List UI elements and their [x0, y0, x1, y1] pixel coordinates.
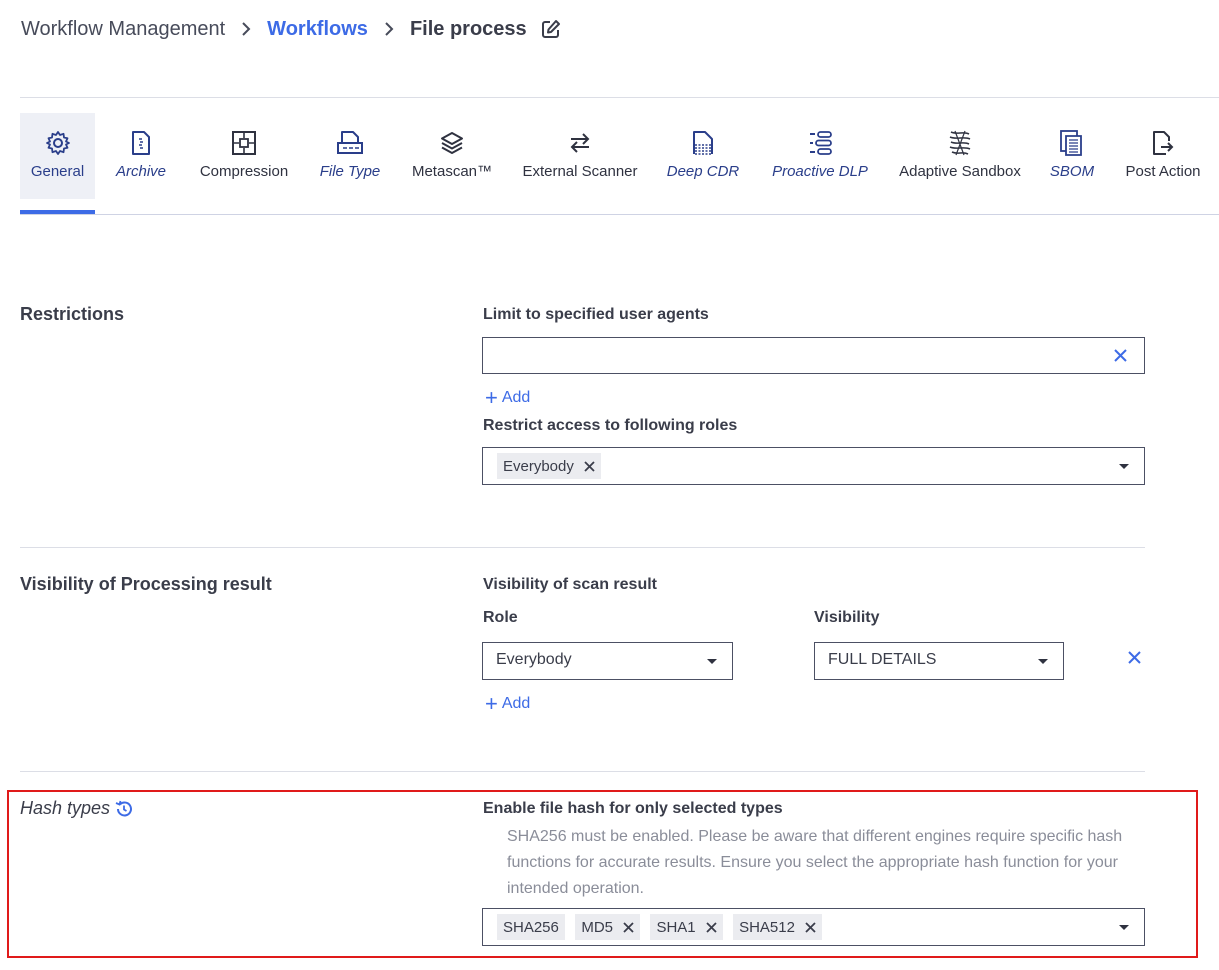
tab-label: General — [30, 163, 85, 180]
workflow-tabs: General Archive Compression File Type Me… — [20, 113, 1219, 215]
chevron-right-icon — [241, 22, 251, 36]
tab-post-action[interactable]: Post Action — [1118, 113, 1208, 199]
sandbox-icon — [946, 129, 974, 157]
dropdown-caret-icon[interactable] — [1119, 464, 1129, 469]
hash-types-multiselect[interactable]: SHA256 MD5 SHA1 SHA512 — [482, 908, 1145, 946]
tab-label: Compression — [199, 163, 289, 180]
dlp-icon — [806, 129, 834, 157]
tab-proactive-dlp[interactable]: Proactive DLP — [764, 113, 876, 199]
breadcrumb-workflows-link[interactable]: Workflows — [267, 18, 368, 41]
remove-chip-icon[interactable] — [706, 921, 717, 933]
tab-label: File Type — [319, 163, 381, 180]
add-label: Add — [501, 695, 531, 712]
hash-help-text: SHA256 must be enabled. Please be aware … — [507, 828, 1123, 897]
hash-types-heading: Hash types — [20, 798, 134, 819]
tab-deep-cdr[interactable]: Deep CDR — [661, 113, 745, 199]
breadcrumb: Workflow Management Workflows File proce… — [21, 14, 561, 44]
layers-icon — [438, 129, 466, 157]
roles-label: Restrict access to following roles — [483, 417, 738, 434]
gear-icon — [44, 129, 72, 157]
roles-multiselect[interactable]: Everybody — [482, 447, 1145, 485]
compression-icon — [230, 129, 258, 157]
archive-file-icon — [127, 129, 155, 157]
tab-label: Adaptive Sandbox — [899, 163, 1021, 180]
chip-label: SHA256 — [503, 918, 559, 936]
tab-label: Deep CDR — [666, 163, 740, 180]
tab-sbom[interactable]: SBOM — [1045, 113, 1099, 199]
remove-chip-icon[interactable] — [805, 921, 816, 933]
tab-archive[interactable]: Archive — [108, 113, 174, 199]
tab-label: Post Action — [1125, 163, 1201, 180]
remove-chip-icon[interactable] — [584, 460, 595, 472]
user-agents-input[interactable] — [482, 337, 1145, 374]
sbom-icon — [1058, 129, 1086, 157]
role-select-value: Everybody — [496, 651, 572, 668]
chip-label: SHA1 — [656, 918, 696, 936]
tab-label: SBOM — [1049, 163, 1095, 180]
breadcrumb-root[interactable]: Workflow Management — [21, 18, 225, 41]
add-label: Add — [501, 389, 531, 406]
file-type-icon — [336, 129, 364, 157]
tab-metascan[interactable]: Metascan™ — [406, 113, 498, 199]
hash-chip: MD5 — [575, 914, 640, 940]
hash-chip: SHA512 — [733, 914, 822, 940]
tab-adaptive-sandbox[interactable]: Adaptive Sandbox — [892, 113, 1028, 199]
history-icon[interactable] — [114, 799, 134, 819]
tab-label: External Scanner — [522, 163, 638, 180]
tab-label: Archive — [115, 163, 167, 180]
enable-hash-label: Enable file hash for only selected types — [483, 800, 783, 817]
section-divider — [20, 771, 1145, 772]
hash-chip: SHA256 — [497, 914, 565, 940]
role-chip: Everybody — [497, 453, 601, 479]
user-agents-label: Limit to specified user agents — [483, 306, 709, 323]
plus-icon: + — [485, 691, 498, 716]
visibility-label: Visibility — [814, 609, 880, 626]
hash-types-title: Hash types — [20, 798, 111, 818]
chip-label: SHA512 — [739, 918, 795, 936]
active-tab-indicator — [20, 210, 95, 214]
deep-cdr-icon — [689, 129, 717, 157]
chip-label: Everybody — [503, 457, 574, 475]
add-user-agent-button[interactable]: + Add — [485, 387, 530, 409]
tab-label: Proactive DLP — [772, 163, 868, 180]
header-divider — [20, 97, 1219, 98]
tab-file-type[interactable]: File Type — [312, 113, 388, 199]
add-visibility-button[interactable]: + Add — [485, 693, 530, 715]
hash-chip: SHA1 — [650, 914, 723, 940]
dropdown-caret-icon[interactable] — [1038, 659, 1048, 664]
visibility-title: Visibility of Processing result — [20, 574, 272, 594]
dropdown-caret-icon[interactable] — [1119, 925, 1129, 930]
tab-compression[interactable]: Compression — [192, 113, 296, 199]
visibility-select-value: FULL DETAILS — [828, 651, 937, 668]
edit-icon[interactable] — [541, 19, 561, 39]
dropdown-caret-icon[interactable] — [707, 659, 717, 664]
tab-external-scanner[interactable]: External Scanner — [515, 113, 645, 199]
plus-icon: + — [485, 385, 498, 410]
remove-row-icon[interactable] — [1128, 651, 1141, 664]
swap-arrows-icon — [566, 129, 594, 157]
chevron-right-icon — [384, 22, 394, 36]
clear-icon[interactable] — [1114, 349, 1127, 362]
post-action-icon — [1149, 129, 1177, 157]
page-title: File process — [409, 17, 527, 40]
restrictions-title: Restrictions — [20, 304, 125, 324]
role-label: Role — [483, 609, 518, 626]
tab-label: Metascan™ — [411, 163, 493, 180]
chip-label: MD5 — [581, 918, 613, 936]
tab-general[interactable]: General — [20, 113, 95, 199]
scan-result-label: Visibility of scan result — [483, 576, 657, 593]
remove-chip-icon[interactable] — [623, 921, 634, 933]
section-divider — [20, 547, 1145, 548]
